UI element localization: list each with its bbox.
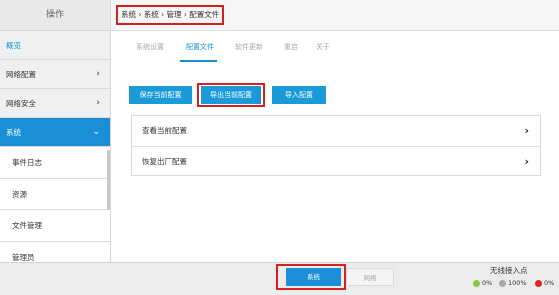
sidebar-subitem-resources[interactable]: 资源: [0, 178, 110, 210]
sidebar-subitem-file-management[interactable]: 文件管理: [0, 210, 110, 242]
status-offline-value: 100%: [508, 279, 527, 287]
tab-about[interactable]: 关于: [316, 42, 330, 52]
sidebar-header: 操作: [0, 0, 110, 31]
tab-bar: 系统设置 配置文件 软件更新 重启 关于: [111, 31, 559, 63]
sidebar-item-label: 概览: [6, 41, 21, 50]
sidebar-item-network-security[interactable]: 网络安全 ›: [0, 89, 110, 118]
sidebar-item-label: 网络配置: [6, 70, 36, 79]
save-config-button[interactable]: 保存当前配置: [129, 86, 192, 104]
chevron-right-icon: ›: [96, 69, 100, 79]
chevron-down-icon: ⌄: [92, 127, 100, 137]
row-label: 查看当前配置: [142, 126, 187, 135]
offline-status-icon: [499, 279, 506, 287]
status-error: 0%: [535, 279, 554, 287]
sidebar-subitem-label: 资源: [12, 189, 27, 199]
sidebar-subitem-label: 管理员: [12, 252, 35, 262]
chevron-right-icon: ›: [524, 124, 529, 137]
sidebar-item-label: 网络安全: [6, 99, 36, 108]
sidebar-item-overview[interactable]: 概览: [0, 31, 110, 60]
online-status-icon: [473, 279, 480, 287]
status-online-value: 0%: [482, 279, 493, 287]
config-panel: 查看当前配置 › 恢复出厂配置 ›: [131, 115, 541, 176]
sidebar: 操作 概览 网络配置 › 网络安全 › 系统 ⌄ 事件日志 资源 文件管理 管理…: [0, 0, 111, 273]
active-tab-indicator: [180, 60, 217, 62]
status-online: 0%: [473, 279, 492, 287]
status-error-value: 0%: [544, 279, 555, 287]
error-status-icon: [535, 279, 542, 287]
sidebar-subitem-event-log[interactable]: 事件日志: [0, 147, 110, 179]
top-bar: 系统 › 系统 › 管理 › 配置文件: [111, 0, 559, 31]
factory-reset-row[interactable]: 恢复出厂配置 ›: [132, 147, 540, 177]
status-offline: 100%: [499, 279, 527, 287]
tab-restart[interactable]: 重启: [284, 42, 298, 52]
sidebar-item-label: 系统: [6, 128, 21, 137]
wireless-ap-title: 无线接入点: [490, 266, 528, 275]
system-toggle-button[interactable]: 系统: [286, 268, 341, 286]
import-config-button[interactable]: 导入配置: [272, 86, 326, 104]
sidebar-item-network-config[interactable]: 网络配置 ›: [0, 60, 110, 89]
export-config-button[interactable]: 导出当前配置: [201, 86, 261, 104]
sidebar-scrollbar[interactable]: [107, 150, 110, 210]
sidebar-subitem-label: 文件管理: [12, 221, 42, 230]
tab-software-update[interactable]: 软件更新: [235, 42, 263, 52]
view-current-config-row[interactable]: 查看当前配置 ›: [132, 116, 540, 146]
row-label: 恢复出厂配置: [142, 157, 187, 166]
sidebar-subitem-label: 事件日志: [12, 158, 42, 167]
tab-system-settings[interactable]: 系统设置: [136, 42, 164, 52]
sidebar-item-system[interactable]: 系统 ⌄: [0, 118, 110, 147]
tab-config-files[interactable]: 配置文件: [186, 42, 214, 52]
chevron-right-icon: ›: [96, 98, 100, 108]
breadcrumb: 系统 › 系统 › 管理 › 配置文件: [116, 5, 225, 25]
network-toggle-button[interactable]: 网络: [346, 268, 394, 286]
chevron-right-icon: ›: [524, 155, 529, 168]
